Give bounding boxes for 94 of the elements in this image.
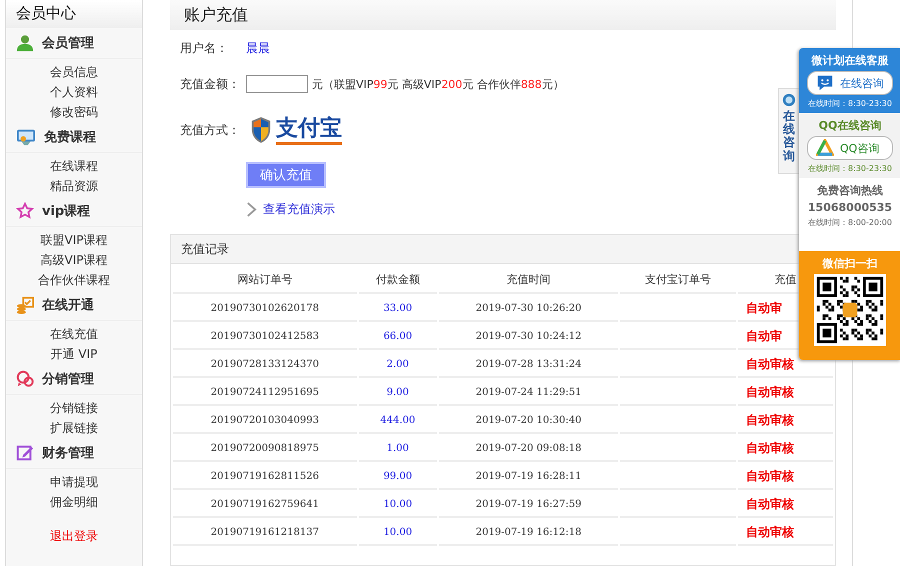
sidebar-group-label: 财务管理 bbox=[42, 445, 94, 462]
sidebar-item[interactable]: 佣金明细 bbox=[50, 495, 98, 509]
table-cell: 20190730102412583 bbox=[210, 330, 319, 342]
table-cell: 2019-07-20 10:30:40 bbox=[476, 414, 582, 426]
table-cell: 33.00 bbox=[383, 302, 412, 314]
sidebar-item[interactable]: 个人资料 bbox=[50, 85, 98, 99]
hours-text: 在线时间：8:30-23:30 bbox=[808, 98, 892, 109]
status-text: 自动审核 bbox=[746, 524, 794, 538]
page-title: 账户充值 bbox=[184, 4, 248, 26]
column-header: 网站订单号 bbox=[173, 266, 357, 294]
table-cell: 20190719161218137 bbox=[210, 526, 319, 538]
sidebar-item[interactable]: 联盟VIP课程 bbox=[40, 233, 108, 247]
status-text: 自动审 bbox=[746, 328, 782, 342]
table-cell: 2019-07-30 10:26:20 bbox=[476, 302, 582, 314]
table-cell: 10.00 bbox=[383, 498, 412, 510]
logout-link[interactable]: 退出登录 bbox=[50, 529, 98, 543]
hours-text: 在线时间：8:30-23:30 bbox=[808, 163, 892, 174]
section-title: 微计划在线客服 bbox=[812, 53, 888, 68]
table-cell: 20190720103040993 bbox=[210, 414, 319, 426]
table-cell: 2019-07-20 09:08:18 bbox=[476, 442, 582, 454]
status-text: 自动审核 bbox=[746, 496, 794, 510]
table-cell: 20190720090818975 bbox=[210, 442, 319, 454]
sidebar-item[interactable]: 会员信息 bbox=[50, 65, 98, 79]
field-label: 充值金额： bbox=[180, 76, 241, 92]
qr-code bbox=[814, 274, 886, 346]
hours-text: 在线时间：8:00-20:00 bbox=[808, 217, 892, 228]
table-cell: 2019-07-28 13:31:24 bbox=[476, 358, 582, 370]
column-header: 充值时间 bbox=[438, 266, 618, 294]
sidebar-item[interactable]: 高级VIP课程 bbox=[40, 253, 108, 267]
edit-icon bbox=[16, 444, 34, 462]
table-cell: 2019-07-19 16:27:59 bbox=[476, 498, 582, 510]
chat-bubbles-icon bbox=[16, 370, 34, 388]
status-text: 自动审 bbox=[746, 300, 782, 314]
consult-button[interactable]: QQ咨询 bbox=[807, 136, 893, 160]
table-cell: 20190728133124370 bbox=[210, 358, 319, 370]
section-title: QQ在线咨询 bbox=[818, 118, 882, 133]
section-title: 免费咨询热线 bbox=[817, 183, 883, 198]
table-cell: 1.00 bbox=[386, 442, 409, 454]
status-text: 自动审核 bbox=[746, 356, 794, 370]
status-text: 自动审核 bbox=[746, 440, 794, 454]
table-cell: 2019-07-30 10:24:12 bbox=[476, 330, 582, 342]
field-label: 充值方式： bbox=[180, 122, 241, 138]
sidebar-item[interactable]: 修改密码 bbox=[50, 105, 98, 119]
triangle-logo-icon bbox=[816, 139, 834, 157]
sidebar-item[interactable]: 合作伙伴课程 bbox=[38, 273, 110, 287]
status-text: 自动审核 bbox=[746, 384, 794, 398]
table-cell: 20190724112951695 bbox=[210, 386, 319, 398]
sidebar-group-label: 会员管理 bbox=[42, 35, 94, 52]
person-icon bbox=[16, 34, 34, 52]
sidebar-item[interactable]: 在线课程 bbox=[50, 159, 98, 173]
table-cell: 2019-07-24 11:29:51 bbox=[476, 386, 582, 398]
sidebar-group-label: 在线开通 bbox=[42, 297, 94, 314]
card-title: 充值记录 bbox=[181, 240, 229, 258]
sidebar-item[interactable]: 精品资源 bbox=[50, 179, 98, 193]
table-cell: 2.00 bbox=[386, 358, 409, 370]
table-cell: 99.00 bbox=[383, 470, 412, 482]
amount-input-field[interactable] bbox=[246, 75, 308, 93]
status-text: 自动审核 bbox=[746, 468, 794, 482]
star-icon bbox=[16, 202, 34, 220]
table-cell: 20190719162811526 bbox=[210, 470, 319, 482]
table-cell: 444.00 bbox=[380, 414, 416, 426]
coins-check-icon bbox=[16, 296, 34, 314]
sidebar-group-label: 免费课程 bbox=[44, 129, 96, 146]
sidebar-group-label: 分销管理 bbox=[42, 371, 94, 388]
table-cell: 2019-07-19 16:28:11 bbox=[476, 470, 582, 482]
column-header: 付款金额 bbox=[358, 266, 437, 294]
sidebar-item[interactable]: 申请提现 bbox=[50, 475, 98, 489]
table-cell: 10.00 bbox=[383, 526, 412, 538]
sidebar-item[interactable]: 分销链接 bbox=[50, 401, 98, 415]
shield-icon bbox=[250, 116, 272, 144]
sidebar-group-label: vip课程 bbox=[42, 203, 90, 220]
consult-button[interactable]: 在线咨询 bbox=[807, 71, 893, 95]
confirm-button[interactable]: 确认充值 bbox=[246, 162, 326, 188]
table-cell: 20190719162759641 bbox=[210, 498, 319, 510]
table-cell: 2019-07-19 16:12:18 bbox=[476, 526, 582, 538]
field-label: 用户名： bbox=[180, 40, 229, 56]
sidebar-item[interactable]: 在线充值 bbox=[50, 327, 98, 341]
globe-icon bbox=[782, 93, 796, 107]
monitor-icon bbox=[16, 128, 36, 146]
table-cell: 66.00 bbox=[383, 330, 412, 342]
price-note: 元（联盟VIP99元 高级VIP200元 合作伙伴888元） bbox=[312, 76, 564, 92]
chevron-icon bbox=[246, 202, 257, 216]
sidebar-item[interactable]: 开通 VIP bbox=[50, 347, 98, 361]
table-cell: 9.00 bbox=[386, 386, 409, 398]
sidebar-item[interactable]: 扩展链接 bbox=[50, 421, 98, 435]
alipay-wordmark: 支付宝 bbox=[276, 116, 342, 144]
chat-icon bbox=[816, 74, 834, 92]
demo-link[interactable]: 查看充值演示 bbox=[263, 200, 335, 218]
username-text: 晨晨 bbox=[246, 40, 270, 56]
column-header: 支付宝订单号 bbox=[620, 266, 736, 294]
phone-number: 15068000535 bbox=[808, 201, 892, 214]
sidebar-title: 会员中心 bbox=[6, 0, 142, 28]
status-text: 自动审核 bbox=[746, 412, 794, 426]
table-cell: 20190730102620178 bbox=[210, 302, 319, 314]
